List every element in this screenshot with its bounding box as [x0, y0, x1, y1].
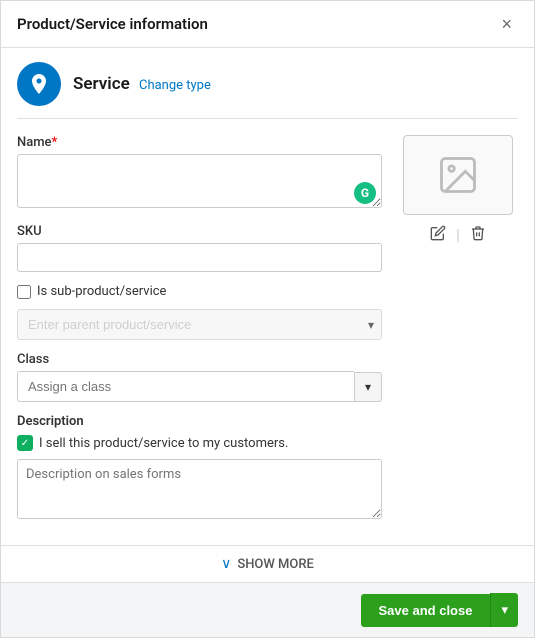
image-actions-divider: |	[456, 225, 460, 244]
type-label: Service	[73, 74, 130, 94]
form-grid: Name* G SKU Is sub-product/service	[17, 135, 518, 523]
grammarly-icon: G	[354, 182, 376, 204]
type-icon	[17, 62, 61, 106]
sku-label: SKU	[17, 224, 382, 239]
sub-product-row: Is sub-product/service	[17, 284, 382, 299]
description-textarea[interactable]	[17, 459, 382, 519]
show-more-label: SHOW MORE	[237, 557, 314, 572]
class-dropdown-button[interactable]: ▾	[354, 372, 382, 402]
delete-image-button[interactable]	[466, 223, 490, 246]
parent-field-group: Enter parent product/service ▾	[17, 309, 382, 340]
name-input[interactable]	[17, 154, 382, 208]
description-check-row: ✓ I sell this product/service to my cust…	[17, 435, 382, 451]
sku-input[interactable]	[17, 243, 382, 272]
sub-product-label[interactable]: Is sub-product/service	[37, 284, 166, 299]
name-label: Name*	[17, 135, 382, 150]
class-field-group: Class ▾	[17, 352, 382, 402]
sku-field-group: SKU	[17, 224, 382, 272]
form-left: Name* G SKU Is sub-product/service	[17, 135, 382, 523]
modal-body: Service Change type Name* G	[1, 48, 534, 537]
name-field-group: Name* G	[17, 135, 382, 212]
parent-select[interactable]: Enter parent product/service	[17, 309, 382, 340]
class-input[interactable]	[17, 371, 354, 402]
name-field-wrapper: G	[17, 154, 382, 212]
description-checkbox-checked[interactable]: ✓	[17, 435, 33, 451]
class-field-row: ▾	[17, 371, 382, 402]
save-close-dropdown-button[interactable]: ▾	[490, 593, 518, 627]
form-right: |	[398, 135, 518, 523]
modal-footer: Save and close ▾	[1, 582, 534, 637]
required-star: *	[52, 135, 58, 150]
type-info: Service Change type	[73, 74, 211, 94]
modal-title: Product/Service information	[17, 15, 208, 33]
image-placeholder	[403, 135, 513, 215]
sub-product-checkbox[interactable]	[17, 285, 31, 299]
description-label: Description	[17, 414, 382, 429]
save-and-close-button[interactable]: Save and close	[361, 594, 491, 627]
class-label: Class	[17, 352, 382, 367]
description-section: Description ✓ I sell this product/servic…	[17, 414, 382, 523]
save-close-dropdown-icon: ▾	[501, 602, 508, 618]
show-more-bar[interactable]: ∨ SHOW MORE	[1, 545, 534, 582]
close-button[interactable]: ×	[495, 13, 518, 35]
type-row: Service Change type	[17, 62, 518, 119]
change-type-link[interactable]: Change type	[139, 78, 211, 93]
description-check-label: I sell this product/service to my custom…	[39, 436, 288, 451]
product-service-modal: Product/Service information × Service Ch…	[0, 0, 535, 638]
chevron-down-icon: ∨	[221, 556, 231, 572]
edit-image-button[interactable]	[426, 223, 450, 246]
modal-header: Product/Service information ×	[1, 1, 534, 48]
image-actions: |	[426, 223, 490, 246]
parent-select-wrapper: Enter parent product/service ▾	[17, 309, 382, 340]
